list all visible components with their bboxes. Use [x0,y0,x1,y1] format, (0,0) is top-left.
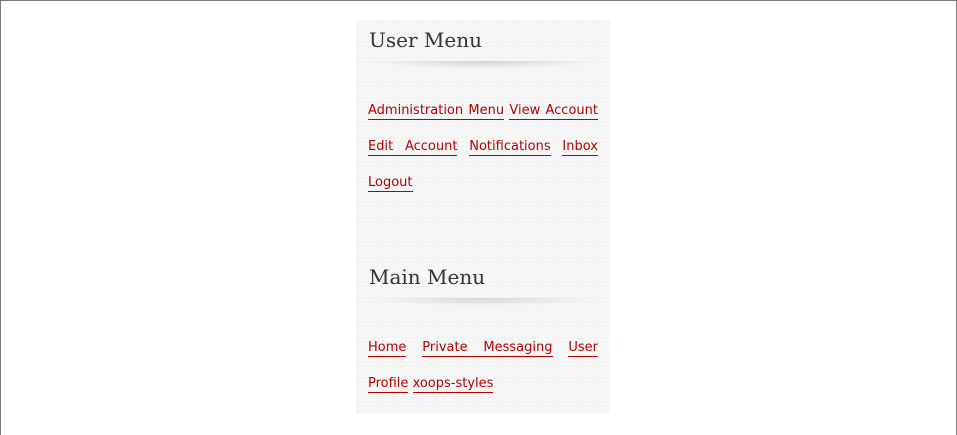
title-divider [368,298,598,306]
main-menu-block: Main Menu Home Private Messaging User Pr… [368,263,598,402]
edit-account-link[interactable]: Edit Account [368,139,458,156]
title-divider [368,61,598,69]
user-menu-block: User Menu Administration Menu View Accou… [368,26,598,201]
view-account-link[interactable]: View Account [509,103,598,120]
logout-link[interactable]: Logout [368,175,413,192]
sidebar-panel: User Menu Administration Menu View Accou… [356,20,610,414]
notifications-link[interactable]: Notifications [469,139,551,156]
main-menu-title: Main Menu [369,265,486,289]
main-menu-links: Home Private Messaging User Profile xoop… [368,330,598,402]
administration-menu-link[interactable]: Administration Menu [368,103,505,120]
private-messaging-link[interactable]: Private Messaging [422,340,553,357]
user-menu-title: User Menu [369,28,482,52]
inbox-link[interactable]: Inbox [562,139,598,156]
user-menu-links: Administration Menu View Account Edit Ac… [368,93,598,201]
xoops-styles-link[interactable]: xoops-styles [412,376,494,393]
home-link[interactable]: Home [368,340,407,357]
